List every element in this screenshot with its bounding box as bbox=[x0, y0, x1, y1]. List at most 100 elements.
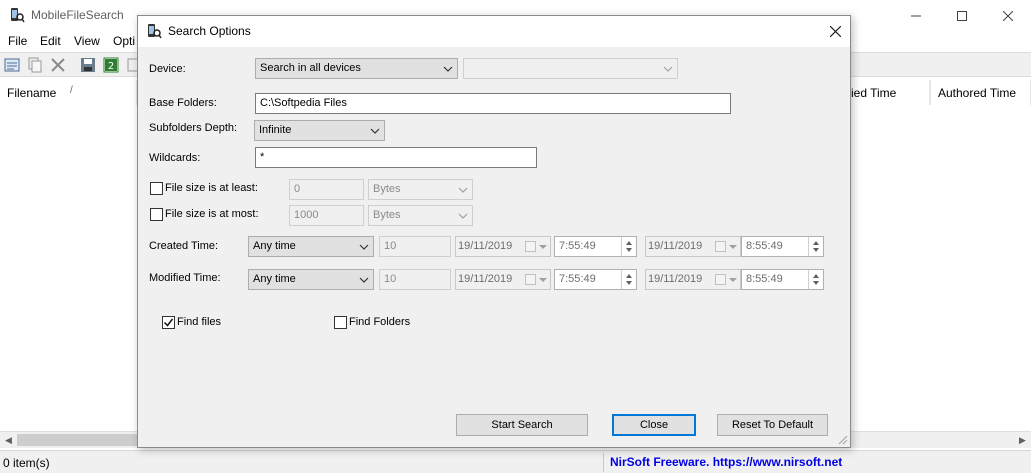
dialog-title: Search Options bbox=[168, 24, 251, 38]
size-at-most-unit[interactable]: Bytes bbox=[368, 205, 473, 226]
dropdown-icon bbox=[458, 213, 468, 219]
created-time-number[interactable]: 10 bbox=[379, 236, 451, 257]
base-folders-input[interactable]: C:\Softpedia Files bbox=[255, 93, 731, 114]
find-folders-checkbox[interactable] bbox=[334, 316, 347, 329]
dropdown-icon bbox=[359, 244, 369, 250]
checkmark-icon bbox=[163, 318, 174, 327]
dropdown-icon bbox=[370, 128, 380, 134]
delete-icon[interactable] bbox=[50, 57, 66, 73]
created-to-time[interactable]: 8:55:49 bbox=[741, 236, 824, 257]
subfolders-depth-label: Subfolders Depth: bbox=[149, 122, 238, 134]
copy-icon[interactable] bbox=[27, 57, 43, 73]
menu-file[interactable]: File bbox=[8, 34, 27, 48]
dropdown-icon bbox=[458, 187, 468, 193]
created-time-mode-value: Any time bbox=[253, 240, 296, 252]
dropdown-icon bbox=[729, 245, 737, 249]
reset-to-default-button[interactable]: Reset To Default bbox=[717, 414, 828, 436]
item-count: 0 item(s) bbox=[3, 456, 50, 470]
wildcards-label: Wildcards: bbox=[149, 152, 201, 164]
find-files-checkbox[interactable] bbox=[162, 316, 175, 329]
modified-from-date-checkbox[interactable] bbox=[525, 274, 536, 285]
spinner-icon[interactable] bbox=[808, 270, 823, 289]
created-to-time-value: 8:55:49 bbox=[746, 240, 783, 252]
nirsoft-link[interactable]: NirSoft Freeware. https://www.nirsoft.ne… bbox=[610, 455, 842, 469]
modified-to-date-checkbox[interactable] bbox=[715, 274, 726, 285]
modified-from-date[interactable]: 19/11/2019 bbox=[455, 269, 551, 290]
properties-icon[interactable] bbox=[4, 57, 20, 73]
app-title: MobileFileSearch bbox=[31, 8, 124, 22]
modified-time-mode-select[interactable]: Any time bbox=[248, 269, 374, 290]
column-filename[interactable]: Filename / bbox=[0, 80, 137, 105]
column-filename-label: Filename bbox=[7, 86, 57, 100]
created-from-date-checkbox[interactable] bbox=[525, 241, 536, 252]
scroll-thumb[interactable] bbox=[17, 434, 137, 446]
created-time-mode-select[interactable]: Any time bbox=[248, 236, 374, 257]
base-folders-label: Base Folders: bbox=[149, 97, 217, 109]
dialog-titlebar: Search Options bbox=[138, 16, 850, 47]
size-at-least-unit[interactable]: Bytes bbox=[368, 179, 473, 200]
modified-time-mode-value: Any time bbox=[253, 273, 296, 285]
svg-text:2: 2 bbox=[108, 61, 114, 72]
resize-grip-icon[interactable] bbox=[836, 433, 848, 445]
created-to-date-value: 19/11/2019 bbox=[648, 240, 703, 252]
column-modified-label: ied Time bbox=[851, 86, 897, 100]
column-modified-time[interactable]: ied Time bbox=[851, 80, 930, 105]
device-value: Search in all devices bbox=[260, 62, 361, 74]
size-at-least-checkbox[interactable] bbox=[150, 182, 163, 195]
created-time-label: Created Time: bbox=[149, 240, 219, 252]
created-to-date[interactable]: 19/11/2019 bbox=[645, 236, 741, 257]
dropdown-icon bbox=[663, 66, 673, 72]
column-authored-label: Authored Time bbox=[938, 86, 1017, 100]
maximize-button[interactable] bbox=[939, 0, 985, 31]
size-at-most-label: File size is at most: bbox=[165, 208, 259, 220]
modified-time-number[interactable]: 10 bbox=[379, 269, 451, 290]
column-authored-time[interactable]: Authored Time bbox=[930, 80, 1031, 105]
sort-indicator: / bbox=[70, 85, 73, 96]
modified-to-time[interactable]: 8:55:49 bbox=[741, 269, 824, 290]
dialog-app-icon bbox=[148, 24, 162, 39]
modified-from-time[interactable]: 7:55:49 bbox=[554, 269, 637, 290]
size-at-most-unit-value: Bytes bbox=[373, 209, 401, 221]
close-button[interactable]: Close bbox=[612, 414, 696, 436]
created-from-time-value: 7:55:49 bbox=[559, 240, 596, 252]
device-select[interactable]: Search in all devices bbox=[255, 58, 458, 79]
scroll-right-icon[interactable]: ▶ bbox=[1014, 432, 1031, 449]
status-bar: 0 item(s) NirSoft Freeware. https://www.… bbox=[0, 450, 1031, 473]
dialog-close-button[interactable] bbox=[820, 16, 850, 47]
spinner-icon[interactable] bbox=[621, 270, 636, 289]
menu-options[interactable]: Opti bbox=[113, 34, 135, 48]
created-to-date-checkbox[interactable] bbox=[715, 241, 726, 252]
status-divider bbox=[603, 453, 604, 472]
modified-from-time-value: 7:55:49 bbox=[559, 273, 596, 285]
dropdown-icon bbox=[729, 278, 737, 282]
size-at-most-input[interactable]: 1000 bbox=[289, 205, 364, 226]
minimize-button[interactable] bbox=[893, 0, 939, 31]
size-at-least-input[interactable]: 0 bbox=[289, 179, 364, 200]
wildcards-input[interactable]: * bbox=[255, 147, 537, 168]
modified-time-label: Modified Time: bbox=[149, 272, 221, 284]
dropdown-icon bbox=[539, 278, 547, 282]
created-from-date-value: 19/11/2019 bbox=[458, 240, 513, 252]
close-icon bbox=[829, 26, 841, 37]
modified-to-date[interactable]: 19/11/2019 bbox=[645, 269, 741, 290]
device-sub-select[interactable] bbox=[463, 58, 678, 79]
modified-to-time-value: 8:55:49 bbox=[746, 273, 783, 285]
menu-view[interactable]: View bbox=[74, 34, 100, 48]
spinner-icon[interactable] bbox=[808, 237, 823, 256]
created-from-time[interactable]: 7:55:49 bbox=[554, 236, 637, 257]
excel-icon[interactable]: 2 bbox=[103, 57, 119, 73]
size-at-least-label: File size is at least: bbox=[165, 182, 258, 194]
dropdown-icon bbox=[443, 66, 453, 72]
save-icon[interactable] bbox=[80, 57, 96, 73]
menu-edit[interactable]: Edit bbox=[40, 34, 61, 48]
search-options-dialog: Search Options Device: Search in all dev… bbox=[137, 15, 851, 448]
start-search-button[interactable]: Start Search bbox=[456, 414, 588, 436]
find-files-label: Find files bbox=[177, 316, 222, 328]
created-from-date[interactable]: 19/11/2019 bbox=[455, 236, 551, 257]
subfolders-depth-select[interactable]: Infinite bbox=[254, 120, 385, 141]
window-close-button[interactable] bbox=[985, 0, 1031, 31]
close-icon bbox=[1003, 10, 1013, 21]
spinner-icon[interactable] bbox=[621, 237, 636, 256]
scroll-left-icon[interactable]: ◀ bbox=[0, 432, 17, 449]
size-at-most-checkbox[interactable] bbox=[150, 208, 163, 221]
